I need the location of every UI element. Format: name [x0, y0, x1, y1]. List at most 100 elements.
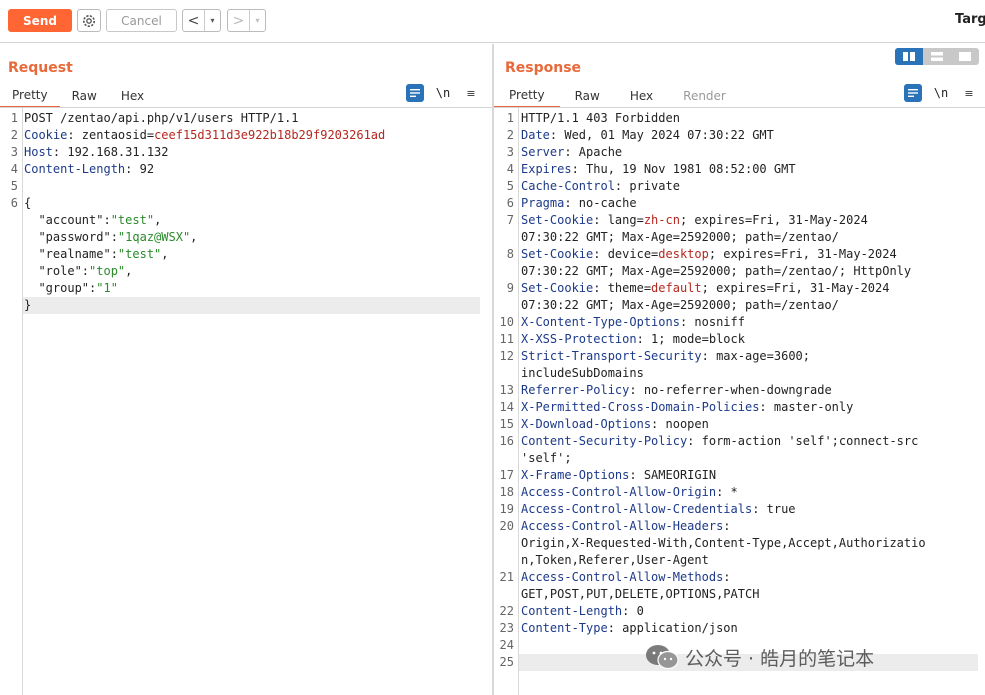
header-value: : true: [752, 502, 796, 516]
header-value: : private: [614, 179, 680, 193]
line-number: 11: [499, 332, 514, 346]
request-tab-hex[interactable]: Hex: [109, 84, 156, 108]
code-text: 'self';: [521, 451, 572, 465]
request-current-line-highlight: [23, 297, 480, 314]
line-number: 21: [499, 570, 514, 584]
cancel-button[interactable]: Cancel: [106, 9, 177, 32]
response-menu-button[interactable]: ≡: [960, 84, 978, 102]
header-name: X-Content-Type-Options: [521, 315, 680, 329]
line-number: 6: [10, 196, 18, 210]
line-number: 1: [10, 111, 18, 125]
request-menu-button[interactable]: ≡: [462, 84, 480, 102]
header-name: Cookie: [24, 128, 68, 142]
line-number: 19: [499, 502, 514, 516]
code-text: Access-Control-Allow-Origin: *: [521, 484, 738, 501]
header-value: : Wed, 01 May 2024 07:30:22 GMT: [549, 128, 774, 142]
newline-toggle[interactable]: \n: [434, 84, 452, 102]
line-number: 14: [499, 400, 514, 414]
header-name: Set-Cookie: [521, 247, 594, 261]
line-number: 9: [506, 281, 514, 295]
rows-icon: [931, 52, 943, 61]
request-tabs: Pretty Raw Hex: [0, 84, 156, 108]
back-history-dropdown[interactable]: ▾: [205, 10, 220, 31]
header-name: Pragma: [521, 196, 565, 210]
response-tab-hex[interactable]: Hex: [615, 84, 668, 108]
request-tab-pretty[interactable]: Pretty: [0, 84, 60, 108]
code-text: Access-Control-Allow-Headers:: [521, 518, 731, 535]
code-text: Strict-Transport-Security: max-age=3600;: [521, 348, 810, 365]
code-text: Content-Security-Policy: form-action 'se…: [521, 433, 918, 450]
header-name: Access-Control-Allow-Credentials: [521, 502, 753, 516]
header-name: Access-Control-Allow-Methods: [521, 570, 724, 584]
line-number: 25: [499, 655, 514, 669]
header-name: Content-Security-Policy: [521, 434, 688, 448]
code-text: Pragma: no-cache: [521, 195, 637, 212]
line-number: 22: [499, 604, 514, 618]
header-value: :: [723, 519, 731, 533]
json-string-value: "1": [96, 281, 118, 295]
request-tab-raw[interactable]: Raw: [60, 84, 109, 108]
header-value: : theme=: [593, 281, 652, 295]
code-text: X-Download-Options: noopen: [521, 416, 709, 433]
header-value: : form-action 'self';connect-src: [687, 434, 919, 448]
line-number: 5: [506, 179, 514, 193]
code-text: Set-Cookie: theme=default; expires=Fri, …: [521, 280, 889, 297]
line-number: 3: [506, 145, 514, 159]
response-editor[interactable]: 1 HTTP/1.1 403 Forbidden 2 Date: Wed, 01 Ma…: [494, 108, 985, 695]
wechat-icon: [646, 645, 679, 670]
response-pretty-print-toggle[interactable]: [904, 84, 922, 102]
line-number: 15: [499, 417, 514, 431]
response-tab-pretty[interactable]: Pretty: [494, 84, 560, 108]
code-text: Set-Cookie: lang=zh-cn; expires=Fri, 31-…: [521, 212, 868, 229]
code-text: Content-Length: 0: [521, 603, 644, 620]
code-text: X-Frame-Options: SAMEORIGIN: [521, 467, 716, 484]
header-value: : 192.168.31.132: [52, 145, 169, 159]
json-string-value: "test": [110, 213, 155, 227]
code-text: Host: 192.168.31.132: [24, 144, 169, 161]
code-text: Referrer-Policy: no-referrer-when-downgr…: [521, 382, 832, 399]
header-name: Set-Cookie: [521, 213, 594, 227]
request-gutter-divider: [22, 108, 23, 695]
response-tab-raw[interactable]: Raw: [560, 84, 615, 108]
response-tabs: Pretty Raw Hex Render: [494, 84, 741, 108]
pretty-print-toggle[interactable]: [406, 84, 424, 102]
code-text: GET,POST,PUT,DELETE,OPTIONS,PATCH: [521, 587, 760, 601]
response-tab-render[interactable]: Render: [668, 84, 741, 108]
line-number: 5: [10, 179, 18, 193]
line-number: 3: [10, 145, 18, 159]
line-number: 18: [499, 485, 514, 499]
code-text: 07:30:22 GMT; Max-Age=2592000; path=/zen…: [521, 230, 839, 244]
code-text: X-Permitted-Cross-Domain-Policies: maste…: [521, 399, 853, 416]
header-name: Content-Length: [24, 162, 126, 176]
request-editor[interactable]: 1 POST /zentao/api.php/v1/users HTTP/1.1 2…: [0, 108, 492, 695]
header-name: Strict-Transport-Security: [521, 349, 702, 363]
layout-side-by-side-button[interactable]: [895, 48, 923, 65]
send-button[interactable]: Send: [8, 9, 72, 32]
code-text: n,Token,Referer,User-Agent: [521, 553, 709, 567]
code-text: 07:30:22 GMT; Max-Age=2592000; path=/zen…: [521, 298, 839, 312]
header-name: Expires: [521, 162, 572, 176]
line-number: 7: [506, 213, 514, 227]
header-name: X-Frame-Options: [521, 468, 630, 482]
settings-button[interactable]: [77, 9, 101, 32]
line-number: 6: [506, 196, 514, 210]
back-button[interactable]: <: [183, 10, 205, 31]
forward-button[interactable]: >: [228, 10, 250, 31]
header-value: : Apache: [564, 145, 623, 159]
line-number: 2: [506, 128, 514, 142]
response-newline-toggle[interactable]: \n: [932, 84, 950, 102]
target-label[interactable]: Targe: [955, 12, 985, 27]
response-pane: Response Pretty Raw Hex Render \n ≡ 1 HTT…: [494, 44, 985, 695]
cookie-value: default: [651, 281, 702, 295]
line-number: 13: [499, 383, 514, 397]
code-text: Access-Control-Allow-Credentials: true: [521, 501, 796, 518]
cookie-value: desktop: [658, 247, 709, 261]
header-name: Date: [521, 128, 550, 142]
layout-stacked-button[interactable]: [923, 48, 951, 65]
header-value: : no-cache: [564, 196, 637, 210]
layout-tabs-button[interactable]: [951, 48, 979, 65]
header-value: : master-only: [759, 400, 854, 414]
header-value: : 0: [622, 604, 644, 618]
forward-history-dropdown[interactable]: ▾: [250, 10, 265, 31]
code-text: Content-Type: application/json: [521, 620, 738, 637]
